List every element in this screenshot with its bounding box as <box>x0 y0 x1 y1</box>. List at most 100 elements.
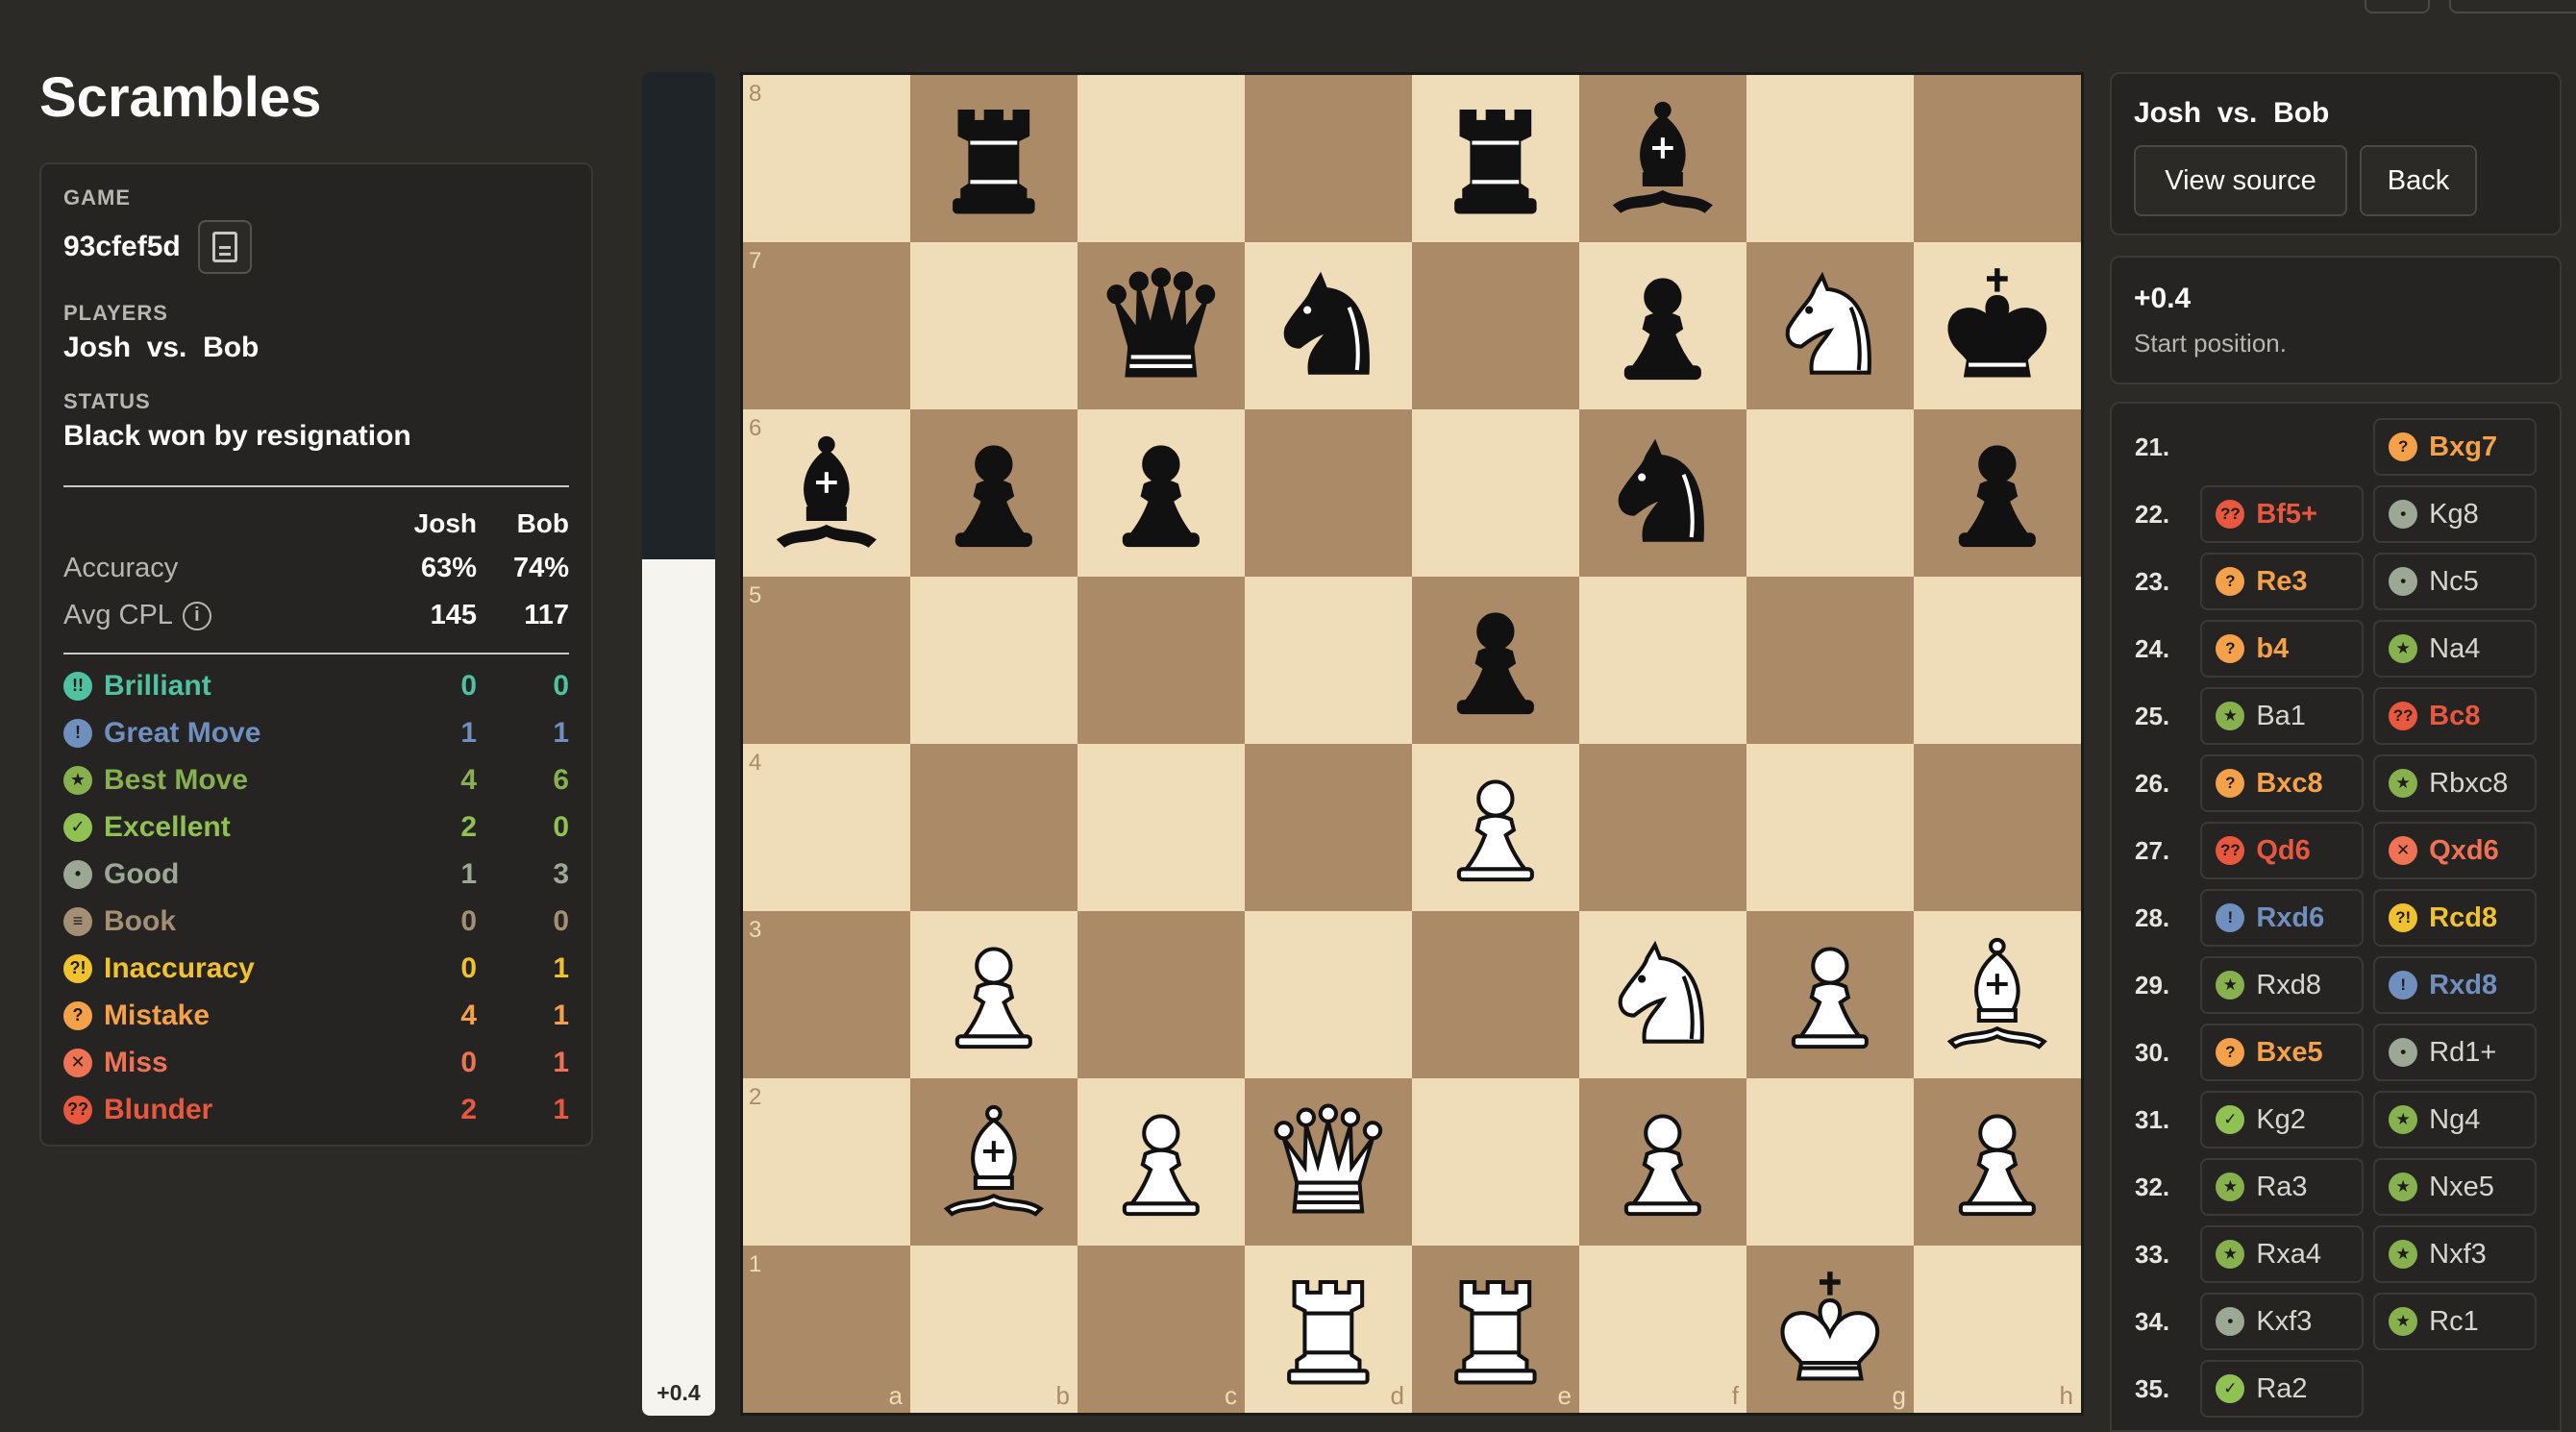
square-c4[interactable] <box>1077 744 1245 911</box>
white-move-button[interactable]: ?? Qd6 <box>2200 822 2365 879</box>
white-move-button[interactable]: ★ Ra3 <box>2200 1158 2365 1216</box>
square-g7[interactable] <box>1746 242 1914 409</box>
black-move-button[interactable]: ! Rxd8 <box>2373 956 2538 1014</box>
white-move-button[interactable]: ?? Bf5+ <box>2200 485 2365 543</box>
square-d5[interactable] <box>1245 577 1412 744</box>
square-f1[interactable]: f <box>1579 1246 1746 1413</box>
black-move-button[interactable]: • Rd1+ <box>2373 1024 2538 1081</box>
square-b4[interactable] <box>910 744 1077 911</box>
top-toolbar-button-2[interactable] <box>2449 0 2576 13</box>
square-a6[interactable]: 6 <box>743 409 910 577</box>
square-c6[interactable] <box>1077 409 1245 577</box>
square-h6[interactable] <box>1914 409 2081 577</box>
square-h7[interactable] <box>1914 242 2081 409</box>
square-a1[interactable]: 1a <box>743 1246 910 1413</box>
square-a2[interactable]: 2 <box>743 1078 910 1246</box>
black-move-button[interactable]: ★ Rbxc8 <box>2373 754 2538 812</box>
square-c7[interactable] <box>1077 242 1245 409</box>
square-h2[interactable] <box>1914 1078 2081 1246</box>
square-f4[interactable] <box>1579 744 1746 911</box>
black-move-button[interactable]: ✕ Qxd6 <box>2373 822 2538 879</box>
square-d8[interactable] <box>1245 75 1412 242</box>
black-move-button[interactable]: ★ Ng4 <box>2373 1091 2538 1148</box>
square-d2[interactable] <box>1245 1078 1412 1246</box>
info-icon[interactable]: i <box>182 601 211 630</box>
square-c1[interactable]: c <box>1077 1246 1245 1413</box>
black-move-button[interactable]: ?! Rcd8 <box>2373 889 2538 947</box>
square-e2[interactable] <box>1412 1078 1579 1246</box>
black-move-button[interactable]: • Nc5 <box>2373 553 2538 610</box>
square-b3[interactable] <box>910 911 1077 1078</box>
square-h5[interactable] <box>1914 577 2081 744</box>
top-toolbar-button-1[interactable] <box>2365 0 2430 13</box>
square-e6[interactable] <box>1412 409 1579 577</box>
square-g8[interactable] <box>1746 75 1914 242</box>
square-f7[interactable] <box>1579 242 1746 409</box>
square-c8[interactable] <box>1077 75 1245 242</box>
chess-board[interactable]: 8 7 6 5 4 3 2 1 a b c d e f g h <box>740 72 2084 1416</box>
square-c5[interactable] <box>1077 577 1245 744</box>
move-san: Qxd6 <box>2429 834 2499 866</box>
square-a8[interactable]: 8 <box>743 75 910 242</box>
square-e8[interactable] <box>1412 75 1579 242</box>
square-d4[interactable] <box>1245 744 1412 911</box>
white-move-button[interactable]: ★ Rxa4 <box>2200 1225 2365 1283</box>
square-f8[interactable] <box>1579 75 1746 242</box>
square-b5[interactable] <box>910 577 1077 744</box>
white-move-button[interactable]: ? Bxc8 <box>2200 754 2365 812</box>
square-h4[interactable] <box>1914 744 2081 911</box>
square-b8[interactable] <box>910 75 1077 242</box>
square-h8[interactable] <box>1914 75 2081 242</box>
square-g2[interactable] <box>1746 1078 1914 1246</box>
square-c2[interactable] <box>1077 1078 1245 1246</box>
black-move-button[interactable]: ★ Nxe5 <box>2373 1158 2538 1216</box>
white-move-button[interactable]: ✓ Kg2 <box>2200 1091 2365 1148</box>
white-move-button[interactable]: ! Rxd6 <box>2200 889 2365 947</box>
square-f2[interactable] <box>1579 1078 1746 1246</box>
square-d6[interactable] <box>1245 409 1412 577</box>
square-d1[interactable]: d <box>1245 1246 1412 1413</box>
white-move-button[interactable]: ? b4 <box>2200 620 2365 678</box>
white-move-button[interactable]: ? Re3 <box>2200 553 2365 610</box>
square-e5[interactable] <box>1412 577 1579 744</box>
square-g3[interactable] <box>1746 911 1914 1078</box>
square-g1[interactable]: g <box>1746 1246 1914 1413</box>
square-e3[interactable] <box>1412 911 1579 1078</box>
copy-button[interactable] <box>197 220 252 274</box>
square-a5[interactable]: 5 <box>743 577 910 744</box>
square-a4[interactable]: 4 <box>743 744 910 911</box>
white-move-button[interactable]: ★ Rxd8 <box>2200 956 2365 1014</box>
square-d7[interactable] <box>1245 242 1412 409</box>
square-a7[interactable]: 7 <box>743 242 910 409</box>
square-d3[interactable] <box>1245 911 1412 1078</box>
white-move-button[interactable]: • Kxf3 <box>2200 1293 2365 1350</box>
square-f6[interactable] <box>1579 409 1746 577</box>
black-move-button[interactable]: ★ Nxf3 <box>2373 1225 2538 1283</box>
square-b2[interactable] <box>910 1078 1077 1246</box>
square-b6[interactable] <box>910 409 1077 577</box>
square-e1[interactable]: e <box>1412 1246 1579 1413</box>
square-b1[interactable]: b <box>910 1246 1077 1413</box>
square-b7[interactable] <box>910 242 1077 409</box>
square-f5[interactable] <box>1579 577 1746 744</box>
square-e4[interactable] <box>1412 744 1579 911</box>
square-e7[interactable] <box>1412 242 1579 409</box>
black-move-button[interactable]: ★ Na4 <box>2373 620 2538 678</box>
white-move-button[interactable]: ✓ Ra2 <box>2200 1360 2365 1418</box>
square-g6[interactable] <box>1746 409 1914 577</box>
white-move-button[interactable]: ? Bxe5 <box>2200 1024 2365 1081</box>
square-h1[interactable]: h <box>1914 1246 2081 1413</box>
black-move-button[interactable]: • Kg8 <box>2373 485 2538 543</box>
square-c3[interactable] <box>1077 911 1245 1078</box>
black-move-button[interactable]: ?? Bc8 <box>2373 687 2538 745</box>
square-g5[interactable] <box>1746 577 1914 744</box>
black-move-button[interactable]: ? Bxg7 <box>2373 418 2538 476</box>
square-a3[interactable]: 3 <box>743 911 910 1078</box>
white-move-button[interactable]: ★ Ba1 <box>2200 687 2365 745</box>
view-source-button[interactable]: View source <box>2134 145 2347 216</box>
back-button[interactable]: Back <box>2360 145 2477 216</box>
square-f3[interactable] <box>1579 911 1746 1078</box>
square-g4[interactable] <box>1746 744 1914 911</box>
black-move-button[interactable]: ★ Rc1 <box>2373 1293 2538 1350</box>
square-h3[interactable] <box>1914 911 2081 1078</box>
